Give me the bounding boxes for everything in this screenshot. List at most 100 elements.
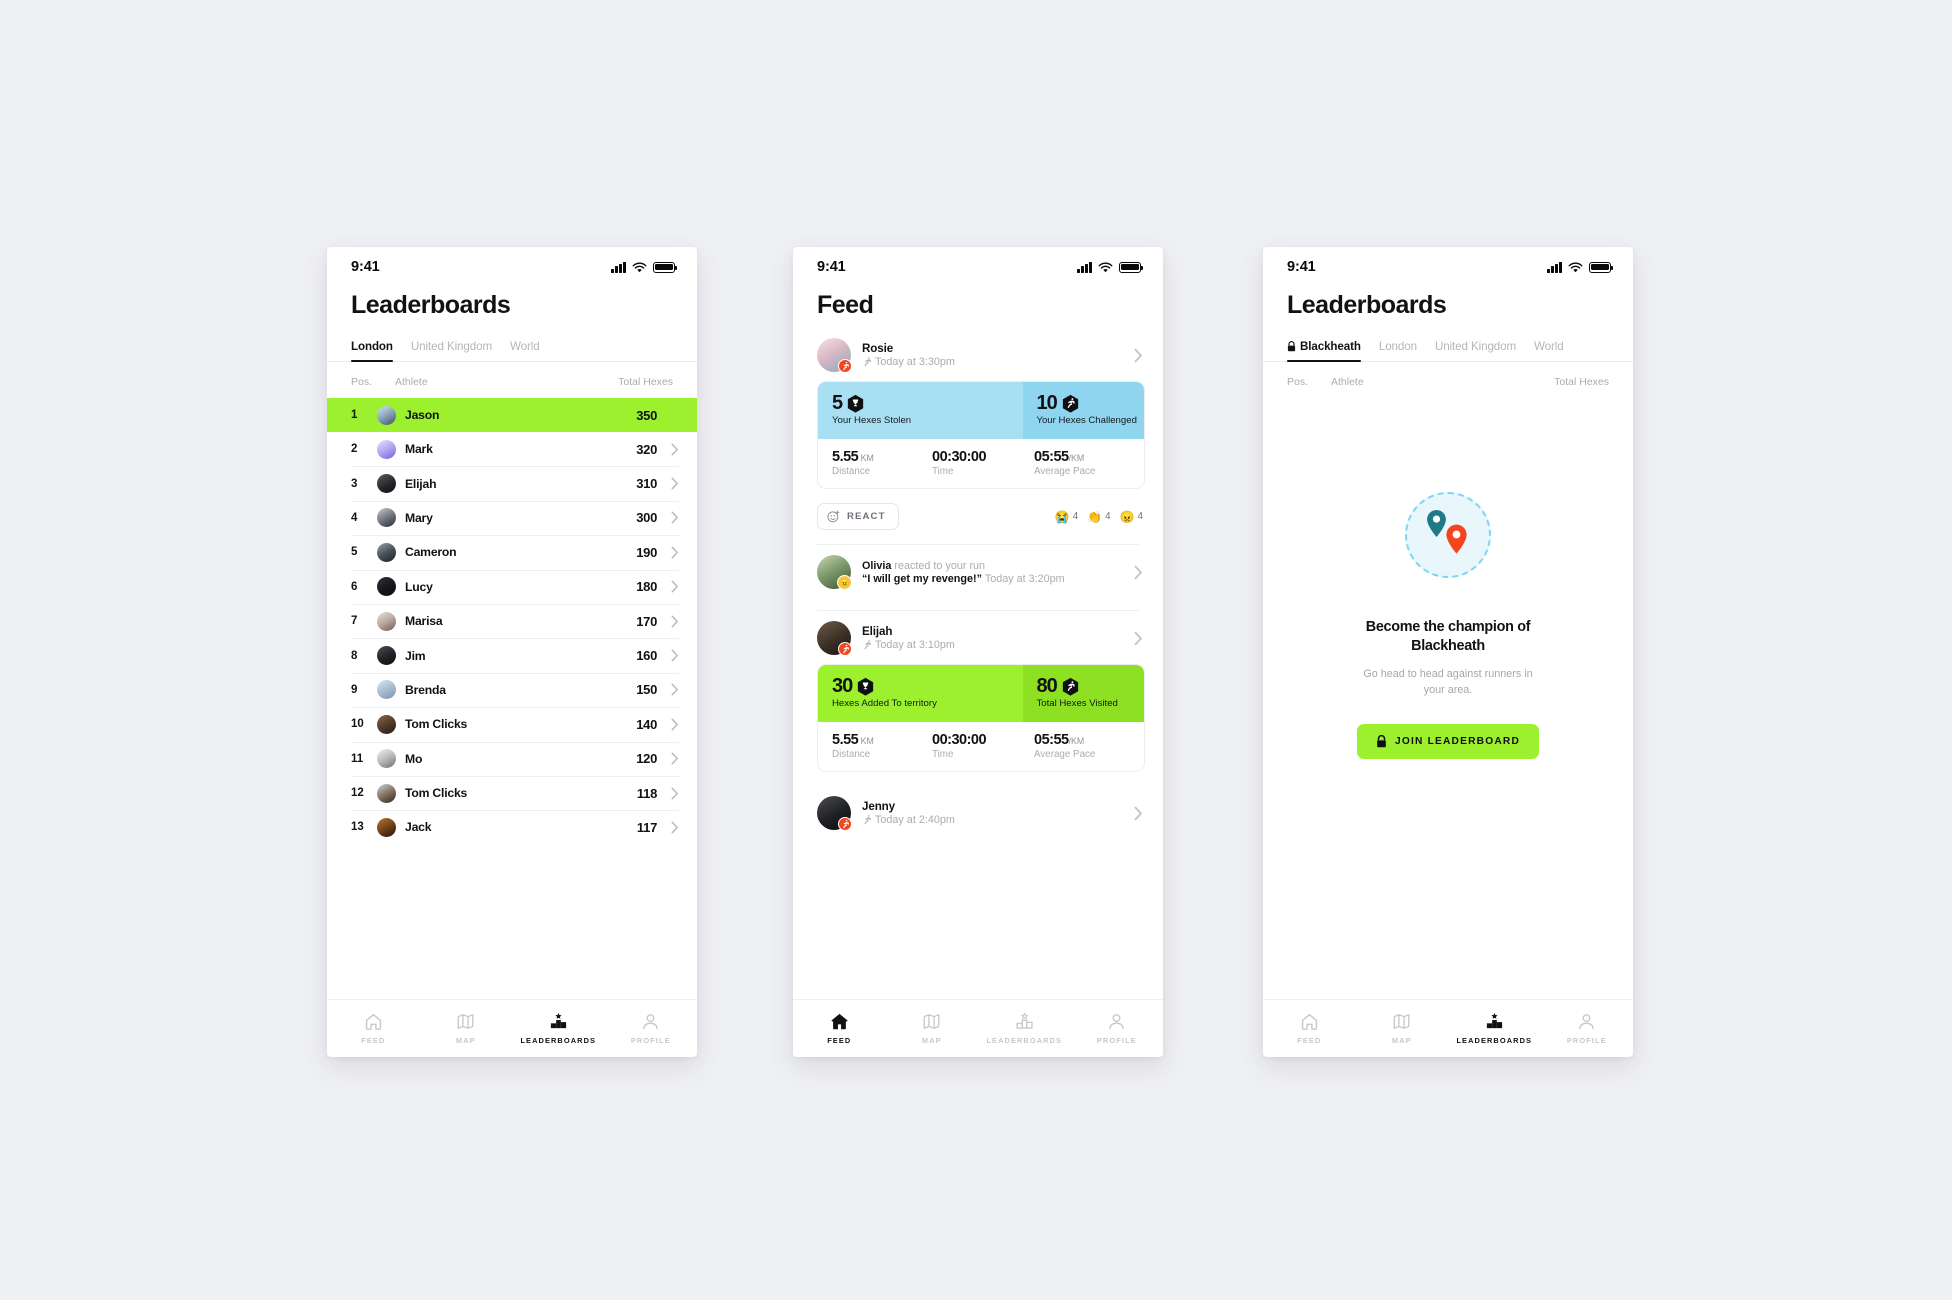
nav-item-label: FEED [1297, 1036, 1322, 1045]
react-button[interactable]: REACT [817, 503, 899, 530]
tab-world[interactable]: World [510, 340, 540, 361]
nav-item-label: MAP [921, 1036, 942, 1045]
bottom-navigation: FEED MAP LEADERBOARDS PROFILE [1263, 999, 1633, 1057]
chevron-right-icon[interactable] [665, 546, 679, 559]
leaderboard-row[interactable]: 2 Mark 320 [327, 432, 697, 466]
wifi-icon [632, 262, 647, 272]
column-header-athlete: Athlete [1331, 376, 1364, 388]
chevron-right-icon[interactable] [665, 443, 679, 456]
row-athlete-name: Mary [405, 510, 433, 525]
tab-united-kingdom[interactable]: United Kingdom [1435, 340, 1516, 361]
nav-item-leaderboards[interactable]: LEADERBOARDS [1448, 1012, 1541, 1045]
chevron-right-icon[interactable] [665, 511, 679, 524]
tab-blackheath[interactable]: Blackheath [1287, 340, 1361, 363]
nav-item-profile[interactable]: PROFILE [1541, 1012, 1634, 1045]
tab-world[interactable]: World [1534, 340, 1564, 361]
column-header-pos: Pos. [351, 376, 373, 388]
row-athlete-name: Tom Clicks [405, 717, 468, 732]
chevron-right-icon[interactable] [1134, 806, 1143, 821]
chevron-right-icon[interactable] [665, 752, 679, 765]
tab-london[interactable]: London [351, 340, 393, 363]
nav-item-label: LEADERBOARDS [986, 1036, 1063, 1045]
feed-post-header[interactable]: Elijah Today at 3:10pm [793, 611, 1163, 664]
table-header: Pos. Athlete Total Hexes [1263, 362, 1633, 398]
nav-item-map[interactable]: MAP [886, 1012, 979, 1045]
nav-item-map[interactable]: MAP [420, 1012, 513, 1045]
row-athlete-name: Jack [405, 820, 432, 835]
feed-post-header[interactable]: Jenny Today at 2:40pm [793, 786, 1163, 839]
join-leaderboard-button[interactable]: JOIN LEADERBOARD [1356, 723, 1540, 759]
reaction-emoji: 👏 [1087, 509, 1103, 524]
post-timestamp: Today at 2:40pm [862, 814, 1123, 826]
podium-star-icon [1485, 1012, 1504, 1031]
tab-label: World [1534, 340, 1564, 353]
chevron-right-icon[interactable] [665, 615, 679, 628]
reaction-count: 4 [1137, 511, 1143, 522]
phone-screen-leaderboards-blackheath: 9:41 Leaderboards Blackheath London Unit… [1263, 247, 1633, 1057]
chevron-right-icon[interactable] [665, 649, 679, 662]
nav-item-feed[interactable]: FEED [793, 1012, 886, 1045]
tab-london[interactable]: London [1379, 340, 1417, 361]
chevron-right-icon[interactable] [665, 787, 679, 800]
metric: 05:55/KM Average Pace [1034, 449, 1130, 477]
reaction-chip[interactable]: 👏 4 [1087, 511, 1110, 523]
nav-item-profile[interactable]: PROFILE [1071, 1012, 1164, 1045]
nav-item-feed[interactable]: FEED [327, 1012, 420, 1045]
nav-item-profile[interactable]: PROFILE [605, 1012, 698, 1045]
post-meta: Elijah Today at 3:10pm [862, 625, 1123, 651]
row-athlete-name: Marisa [405, 614, 443, 629]
pin-red-icon [1446, 524, 1467, 554]
row-total-hexes: 350 [636, 407, 657, 423]
leaderboard-row[interactable]: 5 Cameron 190 [327, 535, 697, 569]
chevron-right-icon[interactable] [665, 821, 679, 834]
chevron-right-icon[interactable] [665, 718, 679, 731]
metric-label: Time [932, 466, 954, 477]
nav-item-map[interactable]: MAP [1356, 1012, 1449, 1045]
leaderboard-row[interactable]: 1 Jason 350 [327, 398, 697, 432]
avatar [377, 817, 396, 837]
leaderboard-row[interactable]: 12 Tom Clicks 118 [327, 775, 697, 810]
metric-value: 05:55/KM [1034, 449, 1085, 465]
leaderboard-row[interactable]: 9 Brenda 150 [327, 672, 697, 707]
feed-post-header[interactable]: 😠 Olivia reacted to your run “I will get m… [793, 545, 1163, 598]
run-summary-card[interactable]: 5 Your Hexes Stolen 10 Your Hexes Challenge… [817, 381, 1145, 489]
nav-item-leaderboards[interactable]: LEADERBOARDS [512, 1012, 605, 1045]
avatar [377, 749, 396, 769]
avatar-wrapper [817, 621, 852, 656]
leaderboard-row[interactable]: 11 Mo 120 [327, 741, 697, 776]
avatar-wrapper: 😠 [817, 555, 852, 590]
status-time: 9:41 [351, 259, 380, 275]
reaction-chip[interactable]: 😭 4 [1055, 511, 1078, 523]
row-athlete-name: Mark [405, 442, 433, 457]
metric: 00:30:00 Time [932, 449, 1034, 477]
feed-post-header[interactable]: Rosie Today at 3:30pm [793, 328, 1163, 381]
run-summary-card[interactable]: 30 Hexes Added To territory 80 Total Hexes … [817, 664, 1145, 772]
cellular-bars-icon [1077, 261, 1092, 273]
phone-screen-feed: 9:41 Feed Rosie Today at 3:30pm 5 Your Hexe… [793, 247, 1163, 1057]
wifi-icon [1098, 262, 1113, 272]
nav-item-leaderboards[interactable]: LEADERBOARDS [978, 1012, 1071, 1045]
chevron-right-icon[interactable] [665, 580, 679, 593]
chevron-right-icon[interactable] [665, 477, 679, 490]
chevron-right-icon[interactable] [665, 683, 679, 696]
metric: 00:30:00 Time [932, 732, 1034, 760]
chevron-right-icon[interactable] [1134, 348, 1143, 363]
leaderboard-row[interactable]: 13 Jack 117 [327, 810, 697, 844]
leaderboard-row[interactable]: 3 Elijah 310 [327, 466, 697, 500]
row-position: 11 [351, 752, 364, 765]
nav-item-feed[interactable]: FEED [1263, 1012, 1356, 1045]
leaderboard-row[interactable]: 8 Jim 160 [327, 638, 697, 672]
chevron-right-icon[interactable] [1134, 565, 1143, 580]
tab-united-kingdom[interactable]: United Kingdom [411, 340, 492, 361]
leaderboard-row[interactable]: 7 Marisa 170 [327, 603, 697, 638]
running-icon [864, 357, 872, 367]
post-author: Jenny [862, 800, 896, 813]
chevron-right-icon[interactable] [1134, 631, 1143, 646]
leaderboard-row[interactable]: 10 Tom Clicks 140 [327, 707, 697, 741]
row-total-hexes: 190 [636, 544, 657, 560]
leaderboard-row[interactable]: 6 Lucy 180 [327, 569, 697, 604]
reaction-chip[interactable]: 😠 4 [1120, 511, 1143, 523]
avatar [377, 405, 396, 425]
post-action-line: Olivia reacted to your run [862, 560, 986, 572]
leaderboard-row[interactable]: 4 Mary 300 [327, 500, 697, 535]
